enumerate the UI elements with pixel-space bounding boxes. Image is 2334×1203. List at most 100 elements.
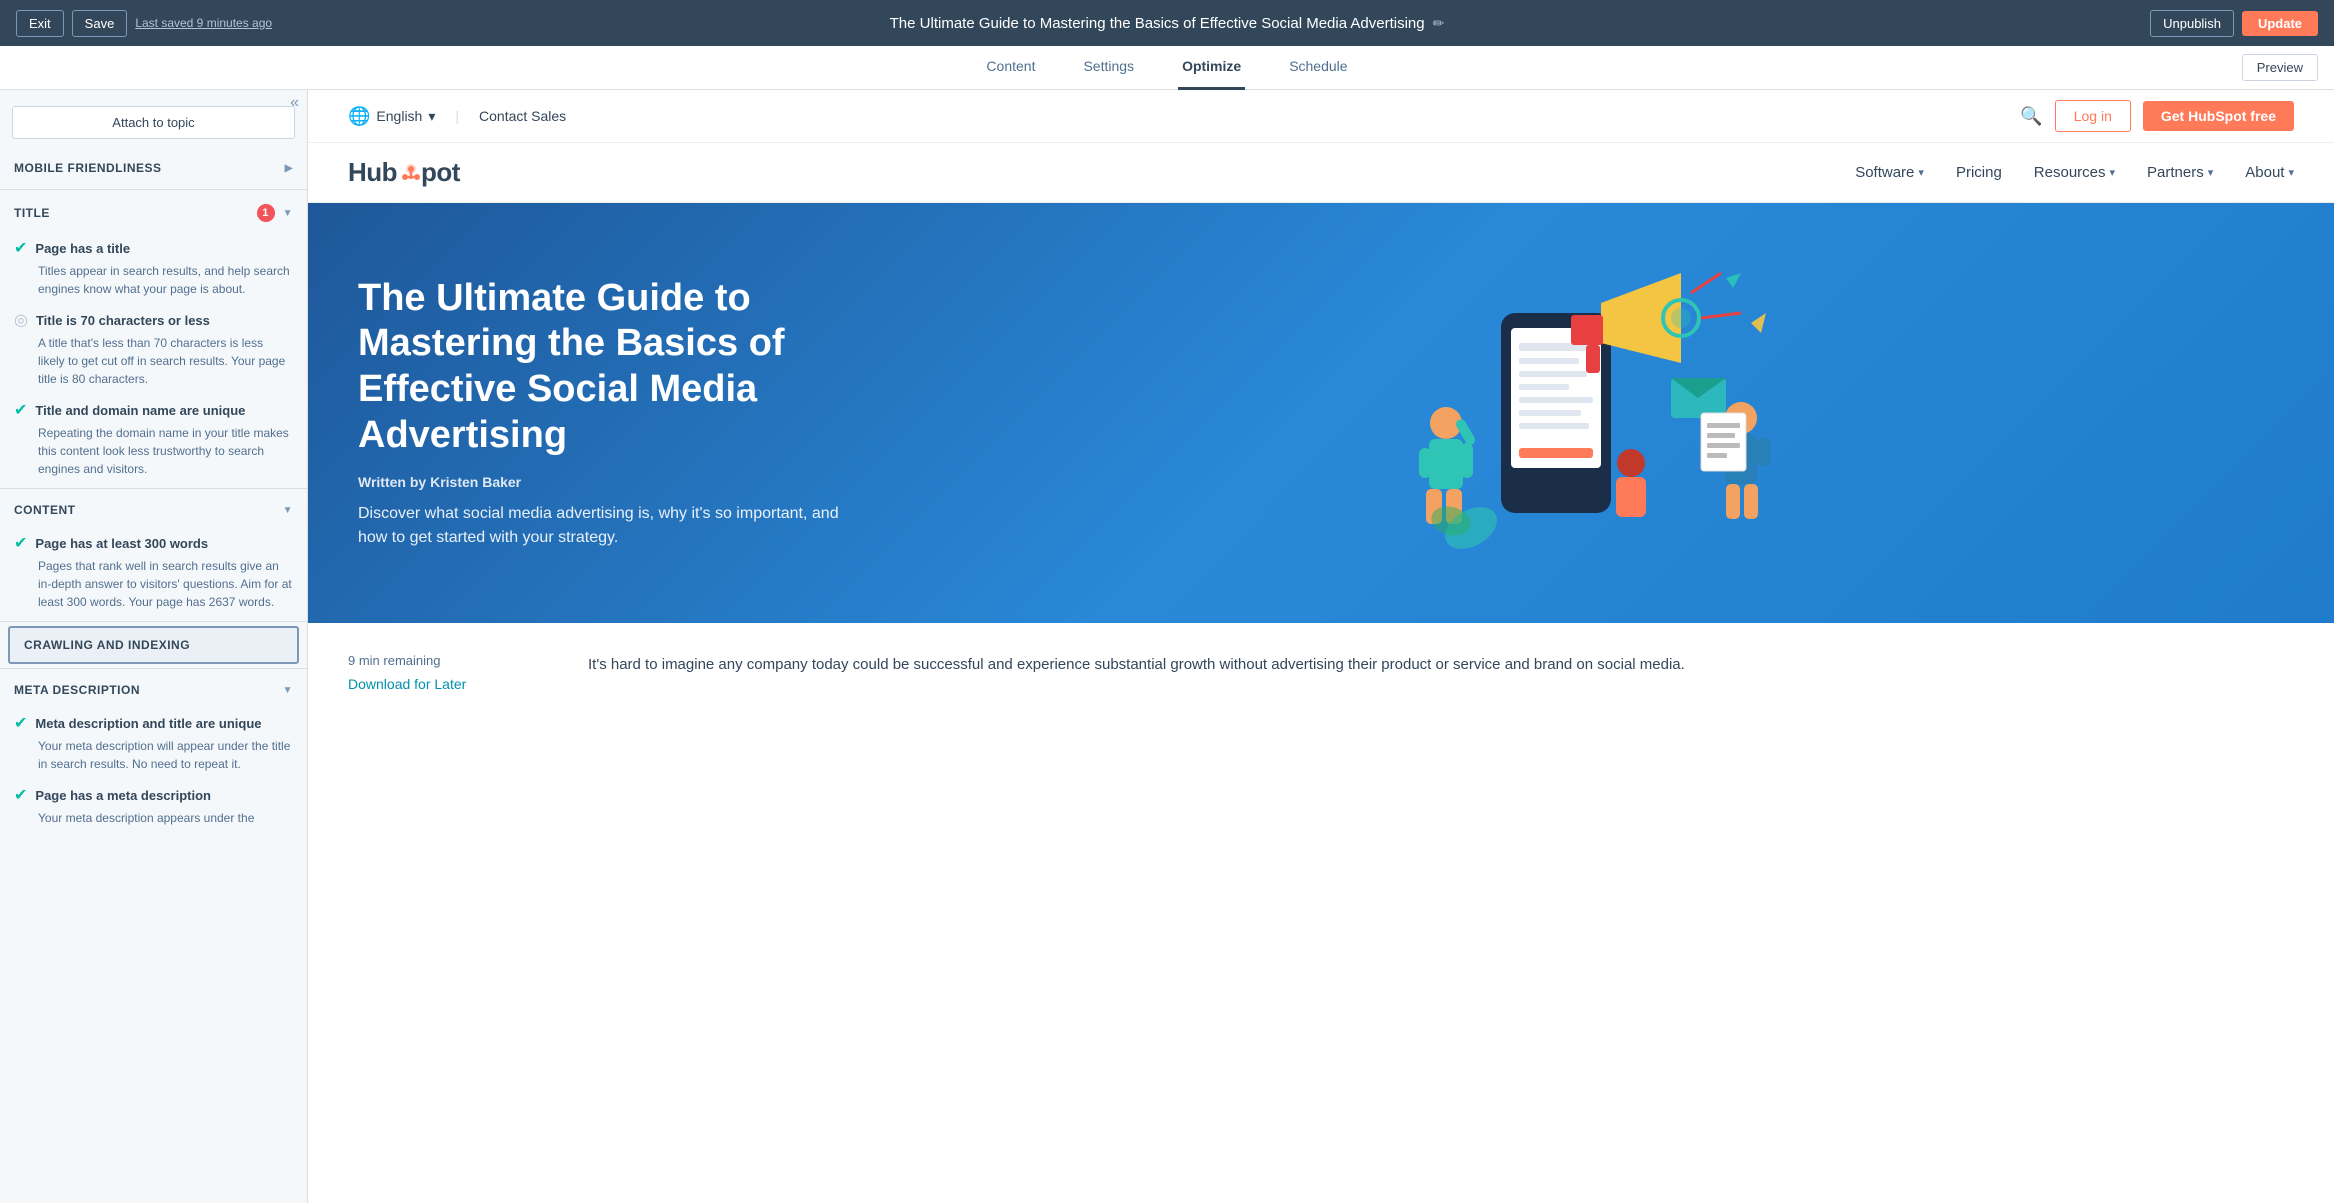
check-meta-unique-text: Meta description and title are unique — [35, 716, 261, 731]
page-title: The Ultimate Guide to Mastering the Basi… — [890, 15, 1425, 32]
meta-desc-label: Meta Description — [14, 683, 140, 697]
sidebar-collapse-button[interactable]: « — [290, 94, 299, 112]
hs-content-body: It's hard to imagine any company today c… — [588, 653, 2294, 692]
nav-tabs: Content Settings Optimize Schedule Previ… — [0, 46, 2334, 90]
partners-dropdown-icon: ▾ — [2208, 166, 2214, 179]
preview-area: 🌐 English ▾ | Contact Sales 🔍 Log in Get… — [308, 90, 2334, 1203]
check-title-70chars: ◎ Title is 70 characters or less A title… — [0, 304, 307, 394]
check-unique-desc: Repeating the domain name in your title … — [14, 424, 293, 478]
hs-nav-about-label: About — [2245, 164, 2284, 181]
hs-download-link[interactable]: Download for Later — [348, 676, 466, 692]
check-title-chars-text: Title is 70 characters or less — [36, 313, 210, 328]
check-meta-exists: ✔ Page has a meta description Your meta … — [0, 779, 307, 833]
exit-button[interactable]: Exit — [16, 10, 64, 37]
check-gray-icon: ◎ — [14, 310, 28, 330]
section-meta-description[interactable]: Meta Description ▼ — [0, 673, 307, 707]
hs-contact-sales-link[interactable]: Contact Sales — [479, 108, 566, 124]
hs-nav-pricing[interactable]: Pricing — [1956, 164, 2002, 181]
tab-schedule[interactable]: Schedule — [1285, 46, 1351, 90]
search-icon[interactable]: 🔍 — [2020, 106, 2042, 127]
check-meta-unique-desc: Your meta description will appear under … — [14, 737, 293, 773]
title-badge: 1 — [257, 204, 275, 222]
chevron-down-icon: ▼ — [283, 208, 293, 219]
hero-illustration-svg — [1371, 263, 1771, 563]
hs-nav-software[interactable]: Software ▾ — [1855, 164, 1924, 181]
hs-nav-partners[interactable]: Partners ▾ — [2147, 164, 2213, 181]
tab-settings[interactable]: Settings — [1079, 46, 1138, 90]
hs-hero-illustration — [858, 263, 2284, 563]
hs-nav: Hub pot Software ▾ Pricing — [308, 143, 2334, 203]
check-unique-icon: ✔ — [14, 400, 27, 420]
check-meta-exists-text: Page has a meta description — [35, 788, 211, 803]
section-mobile-friendliness[interactable]: Mobile Friendliness ▶ — [0, 151, 307, 185]
software-dropdown-icon: ▾ — [1918, 166, 1924, 179]
hs-hero-written-by: Written by Kristen Baker — [358, 474, 858, 490]
hs-logo[interactable]: Hub pot — [348, 157, 460, 188]
resources-dropdown-icon: ▾ — [2110, 166, 2116, 179]
hs-nav-pricing-label: Pricing — [1956, 164, 2002, 181]
hs-top-bar: 🌐 English ▾ | Contact Sales 🔍 Log in Get… — [308, 90, 2334, 143]
hs-logo-text: Hub — [348, 157, 397, 188]
preview-button[interactable]: Preview — [2242, 54, 2318, 81]
check-300-desc: Pages that rank well in search results g… — [14, 557, 293, 611]
hs-nav-about[interactable]: About ▾ — [2245, 164, 2294, 181]
hs-logo-icon — [397, 161, 421, 185]
content-section-label: Content — [14, 503, 76, 517]
hs-hero: The Ultimate Guide to Mastering the Basi… — [308, 203, 2334, 623]
hs-top-right: 🔍 Log in Get HubSpot free — [2020, 100, 2294, 132]
crawling-label: Crawling and Indexing — [24, 638, 190, 652]
hs-hero-author: Kristen Baker — [430, 474, 521, 490]
check-page-has-title: ✔ Page has a title Titles appear in sear… — [0, 232, 307, 304]
sidebar: « Attach to topic Mobile Friendliness ▶ … — [0, 90, 308, 1203]
hs-logo-text-2: pot — [421, 157, 460, 188]
attach-topic-button[interactable]: Attach to topic — [12, 106, 295, 139]
check-unique-text: Title and domain name are unique — [35, 403, 245, 418]
top-bar: Exit Save Last saved 9 minutes ago The U… — [0, 0, 2334, 46]
edit-title-icon[interactable]: ✏ — [1433, 15, 1445, 32]
about-dropdown-icon: ▾ — [2288, 166, 2294, 179]
hs-lang-label: English — [376, 108, 422, 124]
hs-nav-software-label: Software — [1855, 164, 1914, 181]
check-meta-unique: ✔ Meta description and title are unique … — [0, 707, 307, 779]
section-crawling-indexing[interactable]: Crawling and Indexing — [8, 626, 299, 664]
hs-get-free-button[interactable]: Get HubSpot free — [2143, 101, 2294, 131]
unpublish-button[interactable]: Unpublish — [2150, 10, 2234, 37]
tab-content[interactable]: Content — [982, 46, 1039, 90]
hs-time-remaining: 9 min remaining — [348, 653, 548, 668]
globe-icon: 🌐 — [348, 106, 370, 127]
check-green-icon: ✔ — [14, 238, 27, 258]
check-meta-exists-desc: Your meta description appears under the — [14, 809, 293, 827]
hs-language-selector[interactable]: 🌐 English ▾ — [348, 106, 435, 127]
check-title-unique: ✔ Title and domain name are unique Repea… — [0, 394, 307, 484]
hs-content-area: 9 min remaining Download for Later It's … — [308, 623, 2334, 722]
check-300-text: Page has at least 300 words — [35, 536, 208, 551]
hs-nav-links: Software ▾ Pricing Resources ▾ Partners … — [1855, 164, 2294, 181]
check-300-words: ✔ Page has at least 300 words Pages that… — [0, 527, 307, 617]
meta-chevron-icon: ▼ — [283, 685, 293, 696]
check-desc-text: Titles appear in search results, and hel… — [14, 262, 293, 298]
title-section-label: Title — [14, 206, 50, 220]
check-300-icon: ✔ — [14, 533, 27, 553]
chevron-right-icon: ▶ — [285, 163, 293, 174]
hs-login-button[interactable]: Log in — [2055, 100, 2131, 132]
top-bar-left: Exit Save Last saved 9 minutes ago — [16, 10, 272, 37]
top-bar-center: The Ultimate Guide to Mastering the Basi… — [890, 15, 1445, 32]
hs-nav-resources-label: Resources — [2034, 164, 2106, 181]
check-meta-unique-icon: ✔ — [14, 713, 27, 733]
hs-lang-arrow: ▾ — [428, 108, 435, 125]
save-button[interactable]: Save — [72, 10, 128, 37]
hs-nav-partners-label: Partners — [2147, 164, 2204, 181]
top-bar-right: Unpublish Update — [2150, 10, 2318, 37]
update-button[interactable]: Update — [2242, 11, 2318, 36]
hs-hero-description: Discover what social media advertising i… — [358, 502, 858, 550]
hs-hero-title: The Ultimate Guide to Mastering the Basi… — [358, 276, 858, 458]
mobile-friendliness-label: Mobile Friendliness — [14, 161, 162, 175]
section-content[interactable]: Content ▼ — [0, 493, 307, 527]
check-chars-desc: A title that's less than 70 characters i… — [14, 334, 293, 388]
last-saved-text[interactable]: Last saved 9 minutes ago — [135, 16, 272, 30]
tab-optimize[interactable]: Optimize — [1178, 46, 1245, 90]
main-layout: « Attach to topic Mobile Friendliness ▶ … — [0, 90, 2334, 1203]
section-title[interactable]: Title 1 ▼ — [0, 194, 307, 232]
hs-nav-resources[interactable]: Resources ▾ — [2034, 164, 2115, 181]
content-chevron-icon: ▼ — [283, 505, 293, 516]
